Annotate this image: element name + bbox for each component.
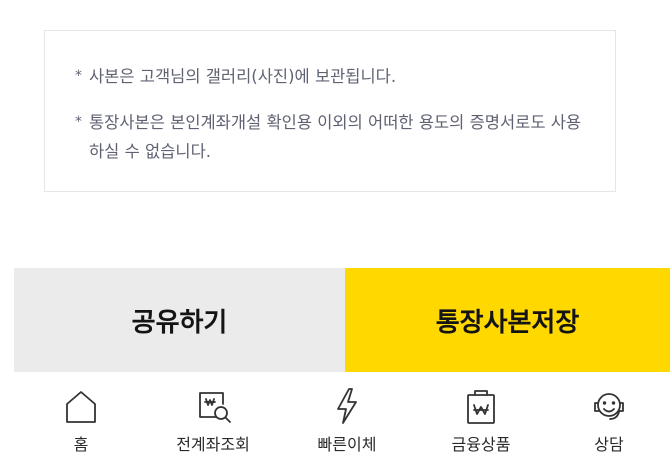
tab-account-inquiry[interactable]: 전계좌조회 xyxy=(146,372,280,461)
tab-financial-products[interactable]: 금융상품 xyxy=(414,372,548,461)
tab-consultation[interactable]: 상담 xyxy=(542,372,670,461)
headset-chat-icon xyxy=(589,386,629,426)
bottom-tab-bar: 홈 전계좌조회 빠른이체 금융상품 상담 xyxy=(0,372,670,461)
notice-item-text: 통장사본은 본인계좌개설 확인용 이외의 어떠한 용도의 증명서로도 사용하실 … xyxy=(89,113,582,161)
account-search-icon xyxy=(193,386,233,426)
tab-quick-transfer[interactable]: 빠른이체 xyxy=(280,372,414,461)
notice-item-text: 사본은 고객님의 갤러리(사진)에 보관됩니다. xyxy=(89,67,397,86)
tab-label: 금융상품 xyxy=(451,435,511,454)
bullet-mark: * xyxy=(75,68,82,84)
notice-item: * 통장사본은 본인계좌개설 확인용 이외의 어떠한 용도의 증명서로도 사용하… xyxy=(75,108,595,166)
share-button[interactable]: 공유하기 xyxy=(14,268,345,372)
notice-box: * 사본은 고객님의 갤러리(사진)에 보관됩니다. * 통장사본은 본인계좌개… xyxy=(44,30,616,192)
home-icon xyxy=(61,386,101,426)
tab-label: 빠른이체 xyxy=(317,435,377,454)
tab-label: 홈 xyxy=(73,435,89,454)
bullet-mark: * xyxy=(75,114,82,130)
tab-label: 전계좌조회 xyxy=(176,435,250,454)
save-copy-button[interactable]: 통장사본저장 xyxy=(345,268,670,372)
lightning-icon xyxy=(327,386,367,426)
notice-item: * 사본은 고객님의 갤러리(사진)에 보관됩니다. xyxy=(75,62,595,91)
financial-product-icon xyxy=(461,386,501,426)
tab-home[interactable]: 홈 xyxy=(14,372,148,461)
tab-label: 상담 xyxy=(594,435,624,454)
